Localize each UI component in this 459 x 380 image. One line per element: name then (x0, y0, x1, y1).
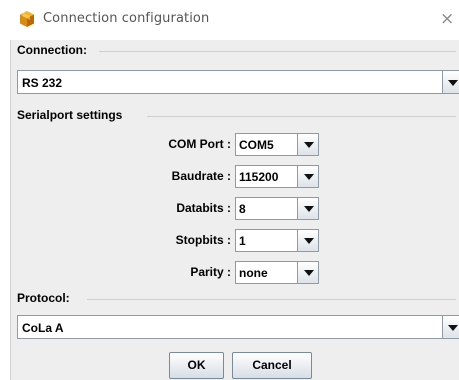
close-icon[interactable]: × (440, 10, 459, 28)
serialport-settings-divider (147, 116, 456, 117)
connection-value: RS 232 (22, 76, 63, 90)
chevron-down-icon (304, 238, 314, 244)
databits-value: 8 (239, 202, 246, 216)
chevron-down-icon (304, 206, 314, 212)
connection-dropdown-button[interactable] (442, 70, 459, 94)
com-port-select[interactable]: COM5 (235, 133, 319, 156)
stopbits-value: 1 (239, 234, 246, 248)
protocol-dropdown-button[interactable] (442, 315, 459, 339)
ok-button[interactable]: OK (169, 352, 224, 379)
dialog-content: Connection: RS 232 Serialport settings C… (10, 40, 459, 380)
chevron-down-icon (304, 270, 314, 276)
parity-label: Parity : (190, 265, 231, 279)
baudrate-value: 115200 (239, 170, 279, 184)
parity-value: none (239, 266, 268, 280)
databits-label: Databits : (176, 201, 231, 215)
protocol-select[interactable]: CoLa A (17, 315, 459, 339)
chevron-down-icon (448, 80, 458, 86)
protocol-divider (87, 299, 456, 300)
connection-label: Connection: (17, 43, 90, 57)
serialport-settings-label: Serialport settings (17, 108, 126, 122)
protocol-label: Protocol: (17, 291, 73, 305)
com-port-dropdown-button[interactable] (297, 133, 319, 156)
databits-dropdown-button[interactable] (297, 197, 319, 220)
chevron-down-icon (304, 142, 314, 148)
connection-select[interactable]: RS 232 (17, 70, 459, 94)
parity-dropdown-button[interactable] (297, 261, 319, 284)
stopbits-dropdown-button[interactable] (297, 229, 319, 252)
baudrate-select[interactable]: 115200 (235, 165, 319, 188)
databits-select[interactable]: 8 (235, 197, 319, 220)
connection-divider (99, 51, 456, 52)
cube-app-icon (20, 11, 34, 27)
stopbits-select[interactable]: 1 (235, 229, 319, 252)
chevron-down-icon (304, 174, 314, 180)
baudrate-dropdown-button[interactable] (297, 165, 319, 188)
stopbits-label: Stopbits : (175, 233, 231, 247)
title-bar: Connection configuration × (0, 0, 459, 40)
chevron-down-icon (448, 325, 458, 331)
protocol-value: CoLa A (22, 321, 64, 335)
com-port-value: COM5 (239, 138, 274, 152)
parity-select[interactable]: none (235, 261, 319, 284)
com-port-label: COM Port : (168, 137, 231, 151)
cancel-button[interactable]: Cancel (232, 352, 312, 379)
baudrate-label: Baudrate : (171, 169, 231, 183)
window-title: Connection configuration (43, 11, 210, 26)
